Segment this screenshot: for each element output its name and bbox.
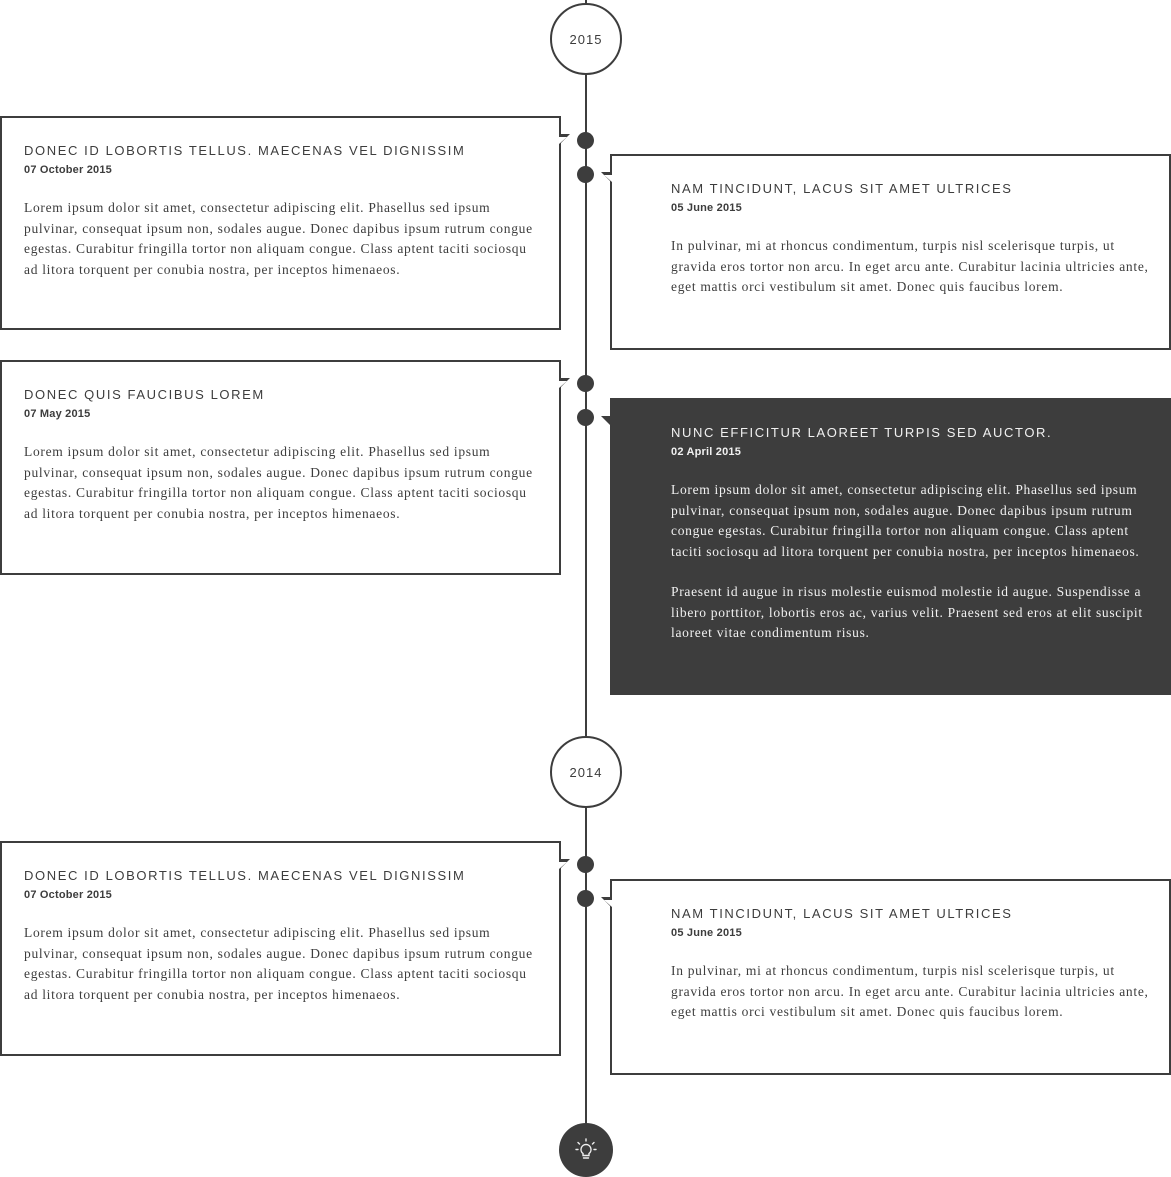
- entry-title: DONEC QUIS FAUCIBUS LOREM: [24, 387, 265, 402]
- year-label: 2015: [569, 31, 603, 47]
- entry-text: Lorem ipsum dolor sit amet, consectetur …: [24, 444, 533, 521]
- entry-date: 07 October 2015: [24, 889, 112, 901]
- year-label: 2014: [569, 764, 603, 780]
- entry-title: NAM TINCIDUNT, LACUS SIT AMET ULTRICES: [671, 906, 1013, 921]
- entry-date: 02 April 2015: [671, 446, 742, 458]
- year-marker-2015: 2015: [550, 3, 622, 75]
- entry-date: 05 June 2015: [671, 927, 742, 939]
- timeline-dot: [577, 375, 594, 392]
- timeline-entry[interactable]: NAM TINCIDUNT, LACUS SIT AMET ULTRICES 0…: [601, 879, 1171, 1075]
- entry-date: 05 June 2015: [671, 202, 742, 214]
- timeline: 2015 DONEC ID LOBORTIS TELLUS. MAECENAS …: [0, 0, 1171, 1177]
- entry-title: DONEC ID LOBORTIS TELLUS. MAECENAS VEL D…: [24, 143, 466, 158]
- entry-title: NUNC EFFICITUR LAOREET TURPIS SED AUCTOR…: [671, 425, 1053, 440]
- timeline-entry[interactable]: NAM TINCIDUNT, LACUS SIT AMET ULTRICES 0…: [601, 154, 1171, 350]
- entry-title: DONEC ID LOBORTIS TELLUS. MAECENAS VEL D…: [24, 868, 466, 883]
- timeline-dot: [577, 166, 594, 183]
- timeline-end-marker: [559, 1123, 613, 1177]
- entry-date: 07 May 2015: [24, 408, 91, 420]
- timeline-entry[interactable]: DONEC ID LOBORTIS TELLUS. MAECENAS VEL D…: [0, 841, 570, 1056]
- timeline-dot: [577, 890, 594, 907]
- year-marker-2014: 2014: [550, 736, 622, 808]
- entry-text: Lorem ipsum dolor sit amet, consectetur …: [24, 200, 533, 277]
- timeline-entry[interactable]: DONEC ID LOBORTIS TELLUS. MAECENAS VEL D…: [0, 116, 570, 330]
- timeline-entry[interactable]: DONEC QUIS FAUCIBUS LOREM 07 May 2015 Lo…: [0, 360, 570, 575]
- timeline-entry-highlighted[interactable]: NUNC EFFICITUR LAOREET TURPIS SED AUCTOR…: [601, 398, 1171, 695]
- timeline-dot: [577, 132, 594, 149]
- timeline-dot: [577, 409, 594, 426]
- entry-text: Lorem ipsum dolor sit amet, consectetur …: [24, 925, 533, 1002]
- timeline-dot: [577, 856, 594, 873]
- lightbulb-icon: [575, 1138, 597, 1159]
- entry-date: 07 October 2015: [24, 164, 112, 176]
- entry-text: In pulvinar, mi at rhoncus condimentum, …: [671, 963, 1149, 1019]
- entry-text: In pulvinar, mi at rhoncus condimentum, …: [671, 238, 1149, 294]
- entry-title: NAM TINCIDUNT, LACUS SIT AMET ULTRICES: [671, 181, 1013, 196]
- entry-text: Praesent id augue in risus molestie euis…: [671, 584, 1143, 640]
- entry-text: Lorem ipsum dolor sit amet, consectetur …: [671, 482, 1140, 559]
